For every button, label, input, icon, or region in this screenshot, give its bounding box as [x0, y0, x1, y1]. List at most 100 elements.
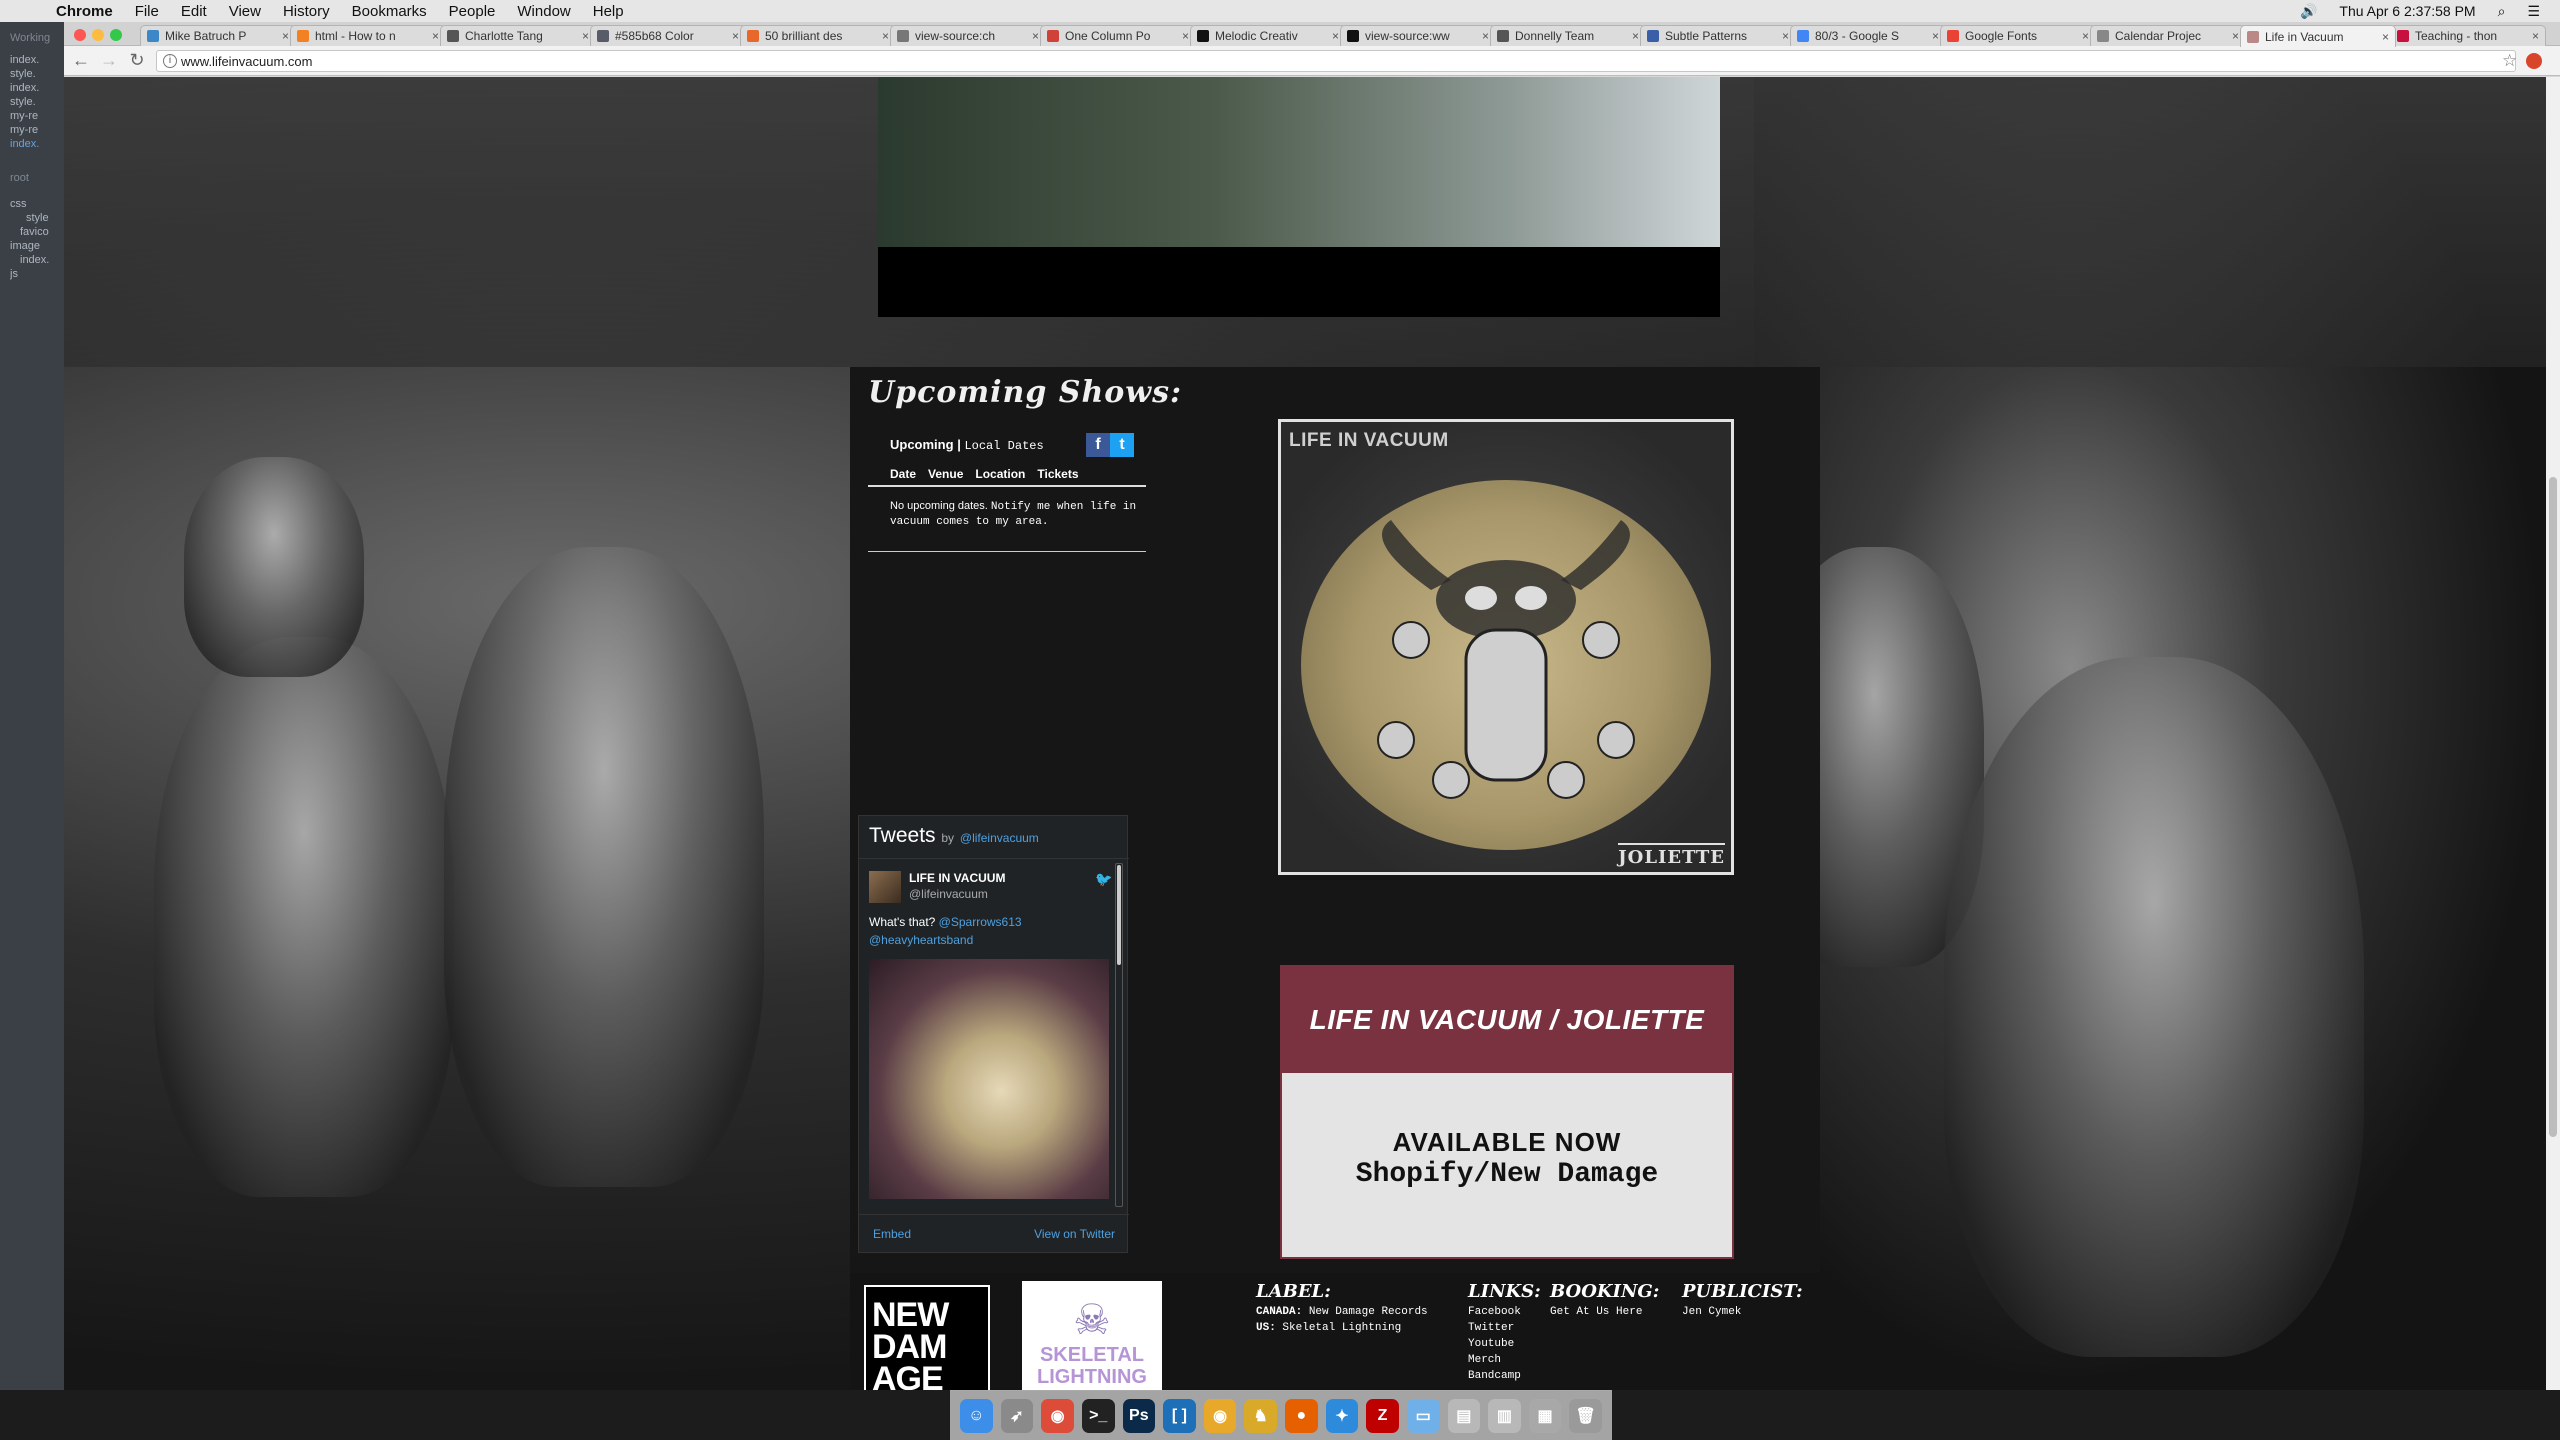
volume-icon[interactable]: 🔊	[2300, 3, 2317, 20]
browser-tab[interactable]: Subtle Patterns ×	[1640, 25, 1796, 46]
menu-bookmarks[interactable]: Bookmarks	[352, 3, 427, 20]
brackets-icon[interactable]: [ ]	[1163, 1398, 1196, 1433]
back-icon[interactable]: ←	[70, 50, 92, 72]
tab-local-dates[interactable]: Local Dates	[964, 439, 1043, 453]
reload-icon[interactable]: ↻	[126, 50, 148, 72]
working-file[interactable]: index.	[10, 82, 62, 94]
footer-link[interactable]: Twitter	[1468, 1320, 1541, 1336]
twitter-icon[interactable]: t	[1110, 433, 1134, 457]
close-icon[interactable]: ×	[732, 29, 739, 43]
menu-view[interactable]: View	[229, 3, 261, 20]
working-file[interactable]: style.	[10, 68, 62, 80]
chrome-icon[interactable]: ◉	[1041, 1398, 1074, 1433]
browser-tab[interactable]: Charlotte Tang ×	[440, 25, 596, 46]
tree-folder[interactable]: js	[10, 268, 62, 280]
view-on-twitter-link[interactable]: View on Twitter	[1034, 1227, 1115, 1241]
working-file[interactable]: my-re	[10, 124, 62, 136]
launchpad-icon[interactable]: ➶	[1000, 1398, 1034, 1433]
tweet-mention[interactable]: @Sparrows613	[939, 915, 1022, 929]
browser-tab[interactable]: Mike Batruch P ×	[140, 25, 296, 46]
tab-upcoming[interactable]: Upcoming	[890, 437, 954, 452]
stack-icon[interactable]: ▦	[1528, 1398, 1562, 1433]
downloads-icon[interactable]: ▥	[1488, 1398, 1521, 1433]
menu-file[interactable]: File	[135, 3, 159, 20]
minimize-window-button[interactable]	[92, 29, 104, 41]
documents-icon[interactable]: ▤	[1447, 1398, 1481, 1433]
close-icon[interactable]: ×	[1632, 29, 1639, 43]
close-icon[interactable]: ×	[1482, 29, 1489, 43]
menu-app-name[interactable]: Chrome	[56, 3, 113, 20]
embed-link[interactable]: Embed	[873, 1227, 911, 1241]
label-canada-link[interactable]: New Damage Records	[1309, 1306, 1428, 1318]
root-label[interactable]: root	[10, 172, 62, 184]
browser-tab[interactable]: 80/3 - Google S ×	[1790, 25, 1946, 46]
label-us-link[interactable]: Skeletal Lightning	[1282, 1322, 1401, 1334]
finder-icon[interactable]: ☺	[960, 1398, 993, 1433]
footer-link[interactable]: Merch	[1468, 1352, 1541, 1368]
page-scrollbar[interactable]	[2546, 77, 2560, 1390]
twitter-bird-icon[interactable]: 🐦	[1095, 871, 1112, 888]
close-window-button[interactable]	[74, 29, 86, 41]
menu-edit[interactable]: Edit	[181, 3, 207, 20]
close-icon[interactable]: ×	[2532, 29, 2539, 43]
browser-tab[interactable]: Teaching - thon ×	[2390, 25, 2546, 46]
browser-tab[interactable]: #585b68 Color ×	[590, 25, 746, 46]
close-icon[interactable]: ×	[282, 29, 289, 43]
publicist-link[interactable]: Jen Cymek	[1682, 1304, 1803, 1320]
release-card[interactable]: LIFE IN VACUUM / JOLIETTE AVAILABLE NOW …	[1280, 965, 1734, 1259]
working-file[interactable]: style.	[10, 96, 62, 108]
browser-tab[interactable]: 50 brilliant des ×	[740, 25, 896, 46]
facebook-icon[interactable]: f	[1086, 433, 1110, 457]
bookmark-star-icon[interactable]: ☆	[2502, 51, 2517, 71]
close-icon[interactable]: ×	[1332, 29, 1339, 43]
close-icon[interactable]: ×	[582, 29, 589, 43]
footer-link[interactable]: Facebook	[1468, 1304, 1541, 1320]
safari-icon[interactable]: ✦	[1325, 1398, 1359, 1433]
store-link[interactable]: Shopify/New Damage	[1282, 1159, 1732, 1190]
close-icon[interactable]: ×	[1782, 29, 1789, 43]
browser-tab[interactable]: One Column Po ×	[1040, 25, 1196, 46]
scrollbar-thumb[interactable]	[1117, 865, 1121, 965]
browser-tab[interactable]: Life in Vacuum ×	[2240, 25, 2396, 47]
tree-folder[interactable]: image	[10, 240, 62, 252]
working-file[interactable]: index.	[10, 54, 62, 66]
address-bar[interactable]: i www.lifeinvacuum.com	[156, 50, 2516, 72]
working-file-selected[interactable]: index.	[10, 138, 62, 150]
menu-help[interactable]: Help	[593, 3, 624, 20]
browser-tab[interactable]: Donnelly Team ×	[1490, 25, 1646, 46]
firefox-icon[interactable]: ●	[1285, 1398, 1318, 1433]
footer-link[interactable]: Youtube	[1468, 1336, 1541, 1352]
extension-icon[interactable]	[2526, 53, 2542, 69]
close-icon[interactable]: ×	[1932, 29, 1939, 43]
menu-history[interactable]: History	[283, 3, 330, 20]
close-icon[interactable]: ×	[2382, 30, 2389, 44]
browser-tab[interactable]: Calendar Projec ×	[2090, 25, 2246, 46]
browser-tab[interactable]: Melodic Creativ ×	[1190, 25, 1346, 46]
video-player[interactable]	[878, 77, 1720, 317]
tweet-mention[interactable]: @heavyheartsband	[869, 933, 973, 947]
notification-center-icon[interactable]: ☰	[2527, 3, 2540, 20]
close-icon[interactable]: ×	[1182, 29, 1189, 43]
working-file[interactable]: my-re	[10, 110, 62, 122]
tweet-image[interactable]	[869, 959, 1109, 1199]
page-scrollbar-thumb[interactable]	[2549, 477, 2557, 1137]
site-info-icon[interactable]: i	[163, 54, 177, 68]
footer-link[interactable]: Bandcamp	[1468, 1368, 1541, 1384]
tweet-author-name[interactable]: LIFE IN VACUUM	[909, 871, 1005, 885]
terminal-icon[interactable]: >_	[1081, 1398, 1115, 1433]
tree-folder[interactable]: css	[10, 198, 62, 210]
avatar[interactable]	[869, 871, 901, 903]
close-icon[interactable]: ×	[2232, 29, 2239, 43]
browser-tab[interactable]: view-source:ch ×	[890, 25, 1046, 46]
menu-people[interactable]: People	[449, 3, 496, 20]
chrome-canary-icon[interactable]: ◉	[1203, 1398, 1237, 1433]
photoshop-icon[interactable]: Ps	[1122, 1398, 1156, 1433]
browser-tab[interactable]: html - How to n ×	[290, 25, 446, 46]
coda-icon[interactable]: ♞	[1244, 1398, 1277, 1433]
new-damage-logo[interactable]: NEW DAM AGE	[864, 1285, 990, 1390]
spotlight-icon[interactable]: ⌕	[2498, 3, 2506, 20]
clock[interactable]: Thu Apr 6 2:37:58 PM	[2339, 3, 2475, 19]
tweet-author-handle[interactable]: @lifeinvacuum	[909, 887, 988, 901]
trash-icon[interactable]: 🗑	[1569, 1398, 1602, 1433]
timeline-handle-link[interactable]: @lifeinvacuum	[960, 831, 1039, 845]
